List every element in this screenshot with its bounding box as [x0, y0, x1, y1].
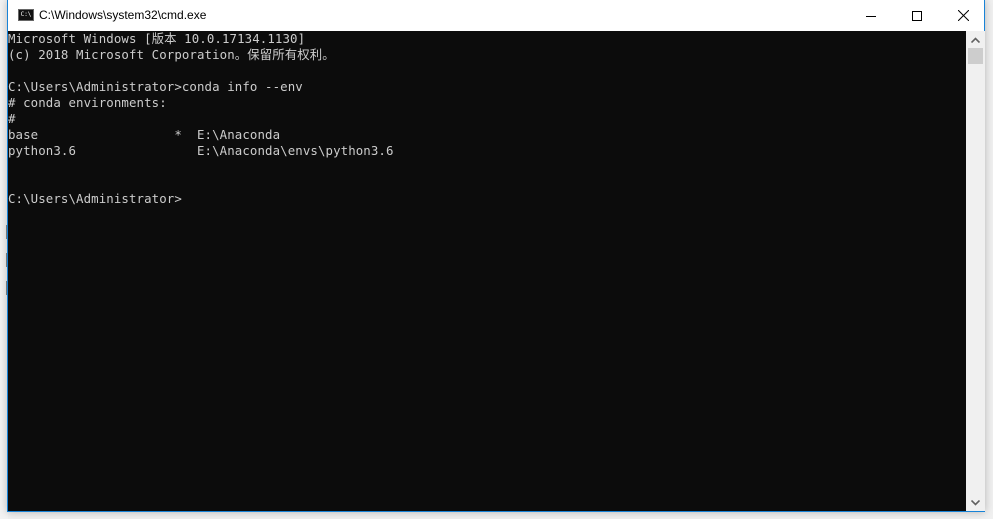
title-bar[interactable]: C:\ C:\Windows\system32\cmd.exe	[8, 0, 984, 31]
console-line: (c) 2018 Microsoft Corporation。保留所有权利。	[8, 47, 335, 62]
console-output[interactable]: Microsoft Windows [版本 10.0.17134.1130] (…	[8, 31, 966, 511]
scroll-up-icon	[971, 36, 980, 43]
scroll-up-button[interactable]	[966, 31, 985, 48]
cmd-window: C:\ C:\Windows\system32\cmd.exe Microsof…	[7, 0, 985, 512]
maximize-button[interactable]	[894, 0, 940, 31]
scroll-down-button[interactable]	[966, 494, 985, 511]
console-line: # conda environments:	[8, 95, 167, 110]
minimize-icon	[866, 15, 876, 17]
console-line: Microsoft Windows [版本 10.0.17134.1130]	[8, 31, 306, 46]
close-button[interactable]	[940, 0, 986, 31]
console-prompt[interactable]: C:\Users\Administrator>	[8, 191, 966, 207]
cmd-icon: C:\	[18, 9, 34, 21]
console-line: base * E:\Anaconda	[8, 127, 281, 142]
console-line: #	[8, 111, 16, 126]
maximize-icon	[912, 10, 922, 21]
vertical-scrollbar[interactable]	[966, 31, 985, 511]
console-line: C:\Users\Administrator>conda info --env	[8, 79, 303, 94]
window-title: C:\Windows\system32\cmd.exe	[39, 8, 207, 22]
scroll-down-icon	[971, 499, 980, 506]
console-line: python3.6 E:\Anaconda\envs\python3.6	[8, 143, 394, 158]
scrollbar-thumb[interactable]	[968, 48, 983, 64]
minimize-button[interactable]	[848, 0, 894, 31]
close-icon	[957, 10, 969, 21]
